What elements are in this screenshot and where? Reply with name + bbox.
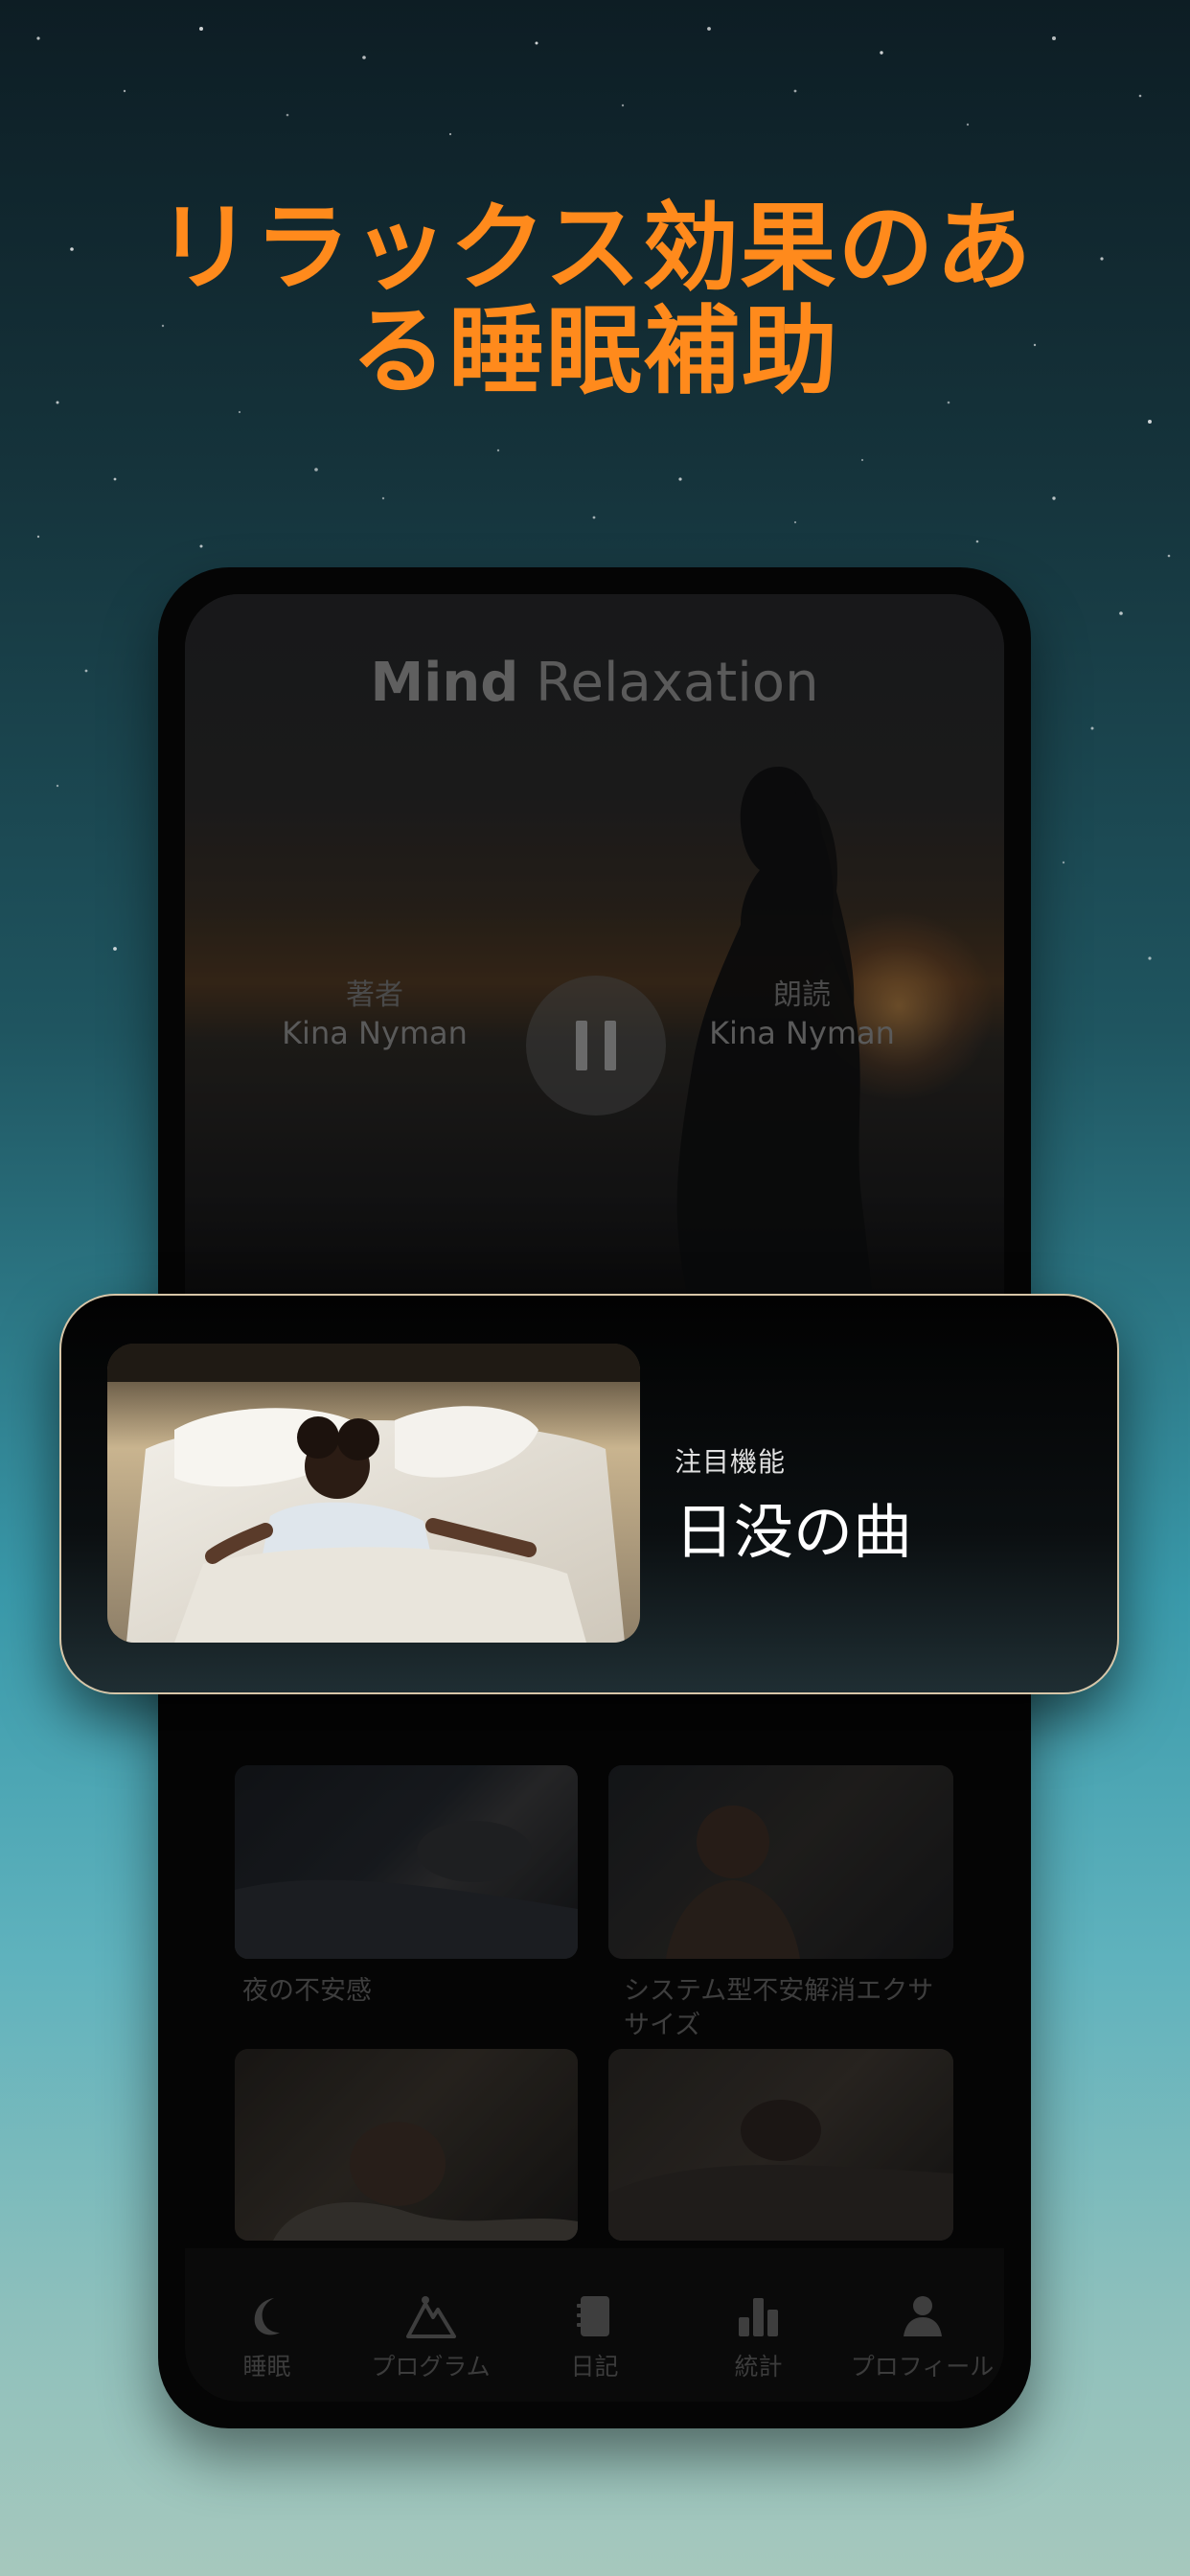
man-sleeping-image	[608, 2049, 953, 2241]
grid-item-1-label[interactable]: 夜の不安感	[242, 1974, 568, 2009]
pause-button[interactable]	[526, 976, 666, 1116]
grid-item-3-image[interactable]	[235, 2049, 578, 2241]
pause-icon	[576, 1021, 587, 1070]
author-label: 著者	[346, 978, 403, 1012]
author-name: Kina Nyman	[282, 1015, 468, 1051]
featured-image	[107, 1344, 640, 1643]
narrator-name: Kina Nyman	[709, 1015, 895, 1051]
grid-item-4-image[interactable]	[608, 2049, 953, 2241]
app-title: Mind Relaxation	[185, 652, 1004, 714]
tab-journal-label: 日記	[570, 2353, 619, 2380]
moon-icon	[254, 2298, 280, 2335]
narrator-info: 朗読 Kina Nyman	[677, 978, 927, 1052]
woman-in-bed-image	[608, 1765, 953, 1959]
tab-profile[interactable]: プロフィール	[846, 2248, 999, 2402]
headline-line-2: る睡眠補助	[351, 295, 839, 407]
grid-item-2-image[interactable]	[608, 1765, 953, 1959]
tab-bar: 睡眠 プログラム 日記 統計 プロフィール	[185, 2248, 1004, 2402]
woman-sleeping-image	[235, 2049, 578, 2241]
tab-program[interactable]: プログラム	[355, 2248, 508, 2402]
man-in-bed-photo	[107, 1344, 640, 1643]
tab-stats[interactable]: 統計	[682, 2248, 835, 2402]
headline-line-1: リラックス効果のあ	[156, 192, 1034, 304]
headline: リラックス効果のあ る睡眠補助	[0, 196, 1190, 403]
now-playing-panel: Mind Relaxation 著者 Kina Nyman 朗読 Kina Ny…	[185, 594, 1004, 1351]
app-title-rest: Relaxation	[518, 652, 819, 714]
mountain-icon	[405, 2296, 456, 2338]
bar-chart-icon	[738, 2298, 778, 2336]
app-title-bold: Mind	[370, 652, 519, 714]
featured-kicker: 注目機能	[675, 1446, 787, 1478]
tab-sleep-label: 睡眠	[242, 2353, 291, 2380]
user-icon	[903, 2296, 942, 2336]
tab-profile-label: プロフィール	[850, 2353, 995, 2380]
grid-item-2-label[interactable]: システム型不安解消エクササイズ	[624, 1974, 950, 2043]
grid-item-1-image[interactable]	[235, 1765, 578, 1959]
journal-icon	[576, 2296, 609, 2336]
pause-icon-bar	[605, 1021, 616, 1070]
tab-program-label: プログラム	[371, 2353, 491, 2380]
narrator-label: 朗読	[773, 978, 831, 1012]
author-info: 著者 Kina Nyman	[250, 978, 499, 1052]
sleeping-man-image	[235, 1765, 578, 1959]
tab-stats-label: 統計	[734, 2353, 783, 2380]
tab-journal[interactable]: 日記	[518, 2248, 672, 2402]
tab-sleep[interactable]: 睡眠	[191, 2248, 344, 2402]
featured-title: 日没の曲	[675, 1497, 913, 1567]
featured-card[interactable]: 注目機能 日没の曲	[59, 1294, 1119, 1694]
